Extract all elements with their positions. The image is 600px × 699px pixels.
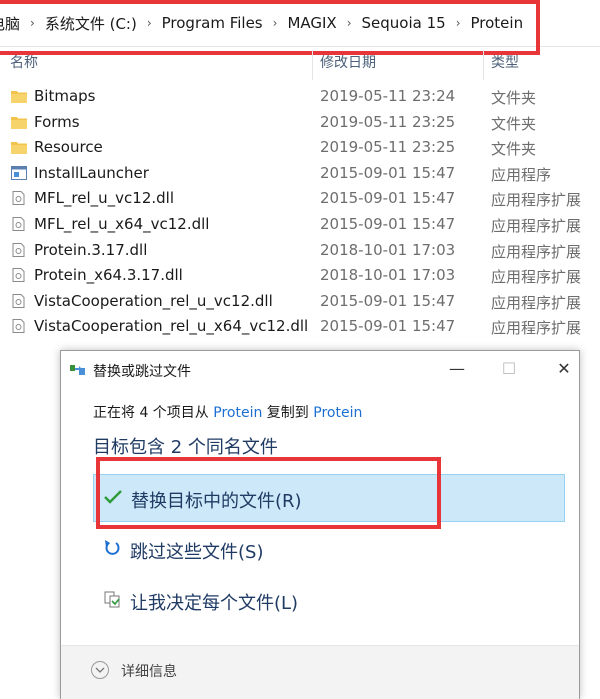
replace-or-skip-dialog: 替换或跳过文件 — ☐ ✕ 正在将 4 个项目从 Protein 复制到 Pro… xyxy=(60,350,580,699)
file-row[interactable]: Protein.3.17.dll 2018-10-01 17:03 应用程序扩展 xyxy=(0,238,600,264)
file-type: 文件夹 xyxy=(491,114,537,133)
file-date: 2015-09-01 15:47 xyxy=(320,214,456,233)
dll-file-icon xyxy=(11,319,27,334)
file-date: 2018-10-01 17:03 xyxy=(320,240,456,259)
expand-details-icon[interactable] xyxy=(91,661,109,679)
decide-each-file-option[interactable]: 让我决定每个文件(L) xyxy=(93,577,565,625)
column-divider[interactable] xyxy=(312,50,313,80)
file-type: 文件夹 xyxy=(491,140,537,159)
file-row[interactable]: Protein_x64.3.17.dll 2018-10-01 17:03 应用程序… xyxy=(0,263,600,289)
dll-file-icon xyxy=(11,268,27,283)
file-row[interactable]: InstallLauncher 2015-09-01 15:47 应用程序 xyxy=(0,161,600,187)
highlight-box-replace xyxy=(96,457,441,529)
minimize-icon[interactable]: — xyxy=(442,357,472,381)
dialog-titlebar[interactable]: 替换或跳过文件 — ☐ ✕ xyxy=(61,351,579,387)
copy-progress-icon xyxy=(70,365,85,375)
column-header-name[interactable]: 名称 xyxy=(10,52,38,72)
file-type: 应用程序 xyxy=(491,165,552,184)
target-folder-link[interactable]: Protein xyxy=(313,405,362,421)
source-folder-link[interactable]: Protein xyxy=(213,405,262,421)
file-row[interactable]: Resource 2019-05-11 23:25 文件夹 xyxy=(0,135,600,161)
file-name: VistaCooperation_rel_u_vc12.dll xyxy=(34,291,273,310)
column-header-type[interactable]: 类型 xyxy=(491,52,519,72)
file-date: 2015-09-01 15:47 xyxy=(320,189,456,208)
file-date: 2019-05-11 23:25 xyxy=(320,138,456,157)
file-type: 应用程序扩展 xyxy=(491,216,582,235)
file-list: Bitmaps 2019-05-11 23:24 文件夹 Forms 2019-05-1… xyxy=(0,84,600,340)
file-row[interactable]: MFL_rel_u_vc12.dll 2015-09-01 15:47 应用程序扩展 xyxy=(0,186,600,212)
dll-file-icon xyxy=(11,216,27,231)
skip-files-label: 跳过这些文件(S) xyxy=(130,542,264,563)
file-type: 应用程序扩展 xyxy=(491,293,582,312)
file-type: 应用程序扩展 xyxy=(491,268,582,287)
folder-icon xyxy=(11,115,27,129)
file-name: InstallLauncher xyxy=(34,163,149,182)
screenshot: 电脑 › 系统文件 (C:) › Program Files › MAGIX ›… xyxy=(0,0,600,699)
conflict-heading: 目标包含 2 个同名文件 xyxy=(93,437,278,458)
file-name: Protein_x64.3.17.dll xyxy=(34,266,183,285)
file-type: 应用程序扩展 xyxy=(491,191,582,210)
details-label[interactable]: 详细信息 xyxy=(121,661,177,681)
file-name: VistaCooperation_rel_u_x64_vc12.dll xyxy=(34,317,309,336)
dll-file-icon xyxy=(11,242,27,257)
file-date: 2015-09-01 15:47 xyxy=(320,317,456,336)
file-type: 应用程序扩展 xyxy=(491,242,582,261)
copy-status: 正在将 4 个项目从 Protein 复制到 Protein xyxy=(93,402,362,422)
column-headers: 名称 修改日期 类型 xyxy=(0,50,600,80)
folder-icon xyxy=(11,140,27,155)
file-name: Protein.3.17.dll xyxy=(34,240,148,259)
file-date: 2019-05-11 23:25 xyxy=(320,112,456,131)
file-name: MFL_rel_u_vc12.dll xyxy=(34,189,175,208)
skip-files-option[interactable]: 跳过这些文件(S) xyxy=(93,526,565,574)
file-date: 2018-10-01 17:03 xyxy=(320,266,456,285)
file-date: 2015-09-01 15:47 xyxy=(320,163,456,182)
file-row[interactable]: VistaCooperation_rel_u_x64_vc12.dll 2015-… xyxy=(0,314,600,340)
file-date: 2019-05-11 23:24 xyxy=(320,87,456,105)
dll-file-icon xyxy=(11,191,27,206)
file-row[interactable]: Forms 2019-05-11 23:25 文件夹 xyxy=(0,110,600,136)
application-icon xyxy=(11,165,27,180)
status-prefix: 正在将 4 个项目从 xyxy=(93,405,214,421)
compare-files-icon xyxy=(104,591,120,608)
file-name: Forms xyxy=(34,112,80,131)
close-icon[interactable]: ✕ xyxy=(549,357,579,381)
dialog-title: 替换或跳过文件 xyxy=(93,364,191,380)
file-type: 应用程序扩展 xyxy=(491,319,582,338)
file-name: MFL_rel_u_x64_vc12.dll xyxy=(34,214,210,233)
status-middle: 复制到 xyxy=(262,405,314,421)
column-header-date[interactable]: 修改日期 xyxy=(320,52,376,72)
file-row[interactable]: MFL_rel_u_x64_vc12.dll 2015-09-01 15:47 应用… xyxy=(0,212,600,238)
dll-file-icon xyxy=(11,293,27,308)
folder-icon xyxy=(11,89,27,103)
file-name: Resource xyxy=(34,138,103,157)
file-date: 2015-09-01 15:47 xyxy=(320,291,456,310)
file-name: Bitmaps xyxy=(34,87,96,105)
file-row[interactable]: VistaCooperation_rel_u_vc12.dll 2015-09-0… xyxy=(0,289,600,315)
file-type: 文件夹 xyxy=(491,89,537,107)
skip-arrow-icon xyxy=(105,540,120,555)
maximize-icon[interactable]: ☐ xyxy=(494,357,524,381)
column-divider[interactable] xyxy=(483,50,484,80)
highlight-box-address xyxy=(0,0,540,55)
decide-each-file-label: 让我决定每个文件(L) xyxy=(130,593,299,614)
file-row[interactable]: Bitmaps 2019-05-11 23:24 文件夹 xyxy=(0,84,600,110)
dialog-footer: 详细信息 xyxy=(61,645,579,699)
